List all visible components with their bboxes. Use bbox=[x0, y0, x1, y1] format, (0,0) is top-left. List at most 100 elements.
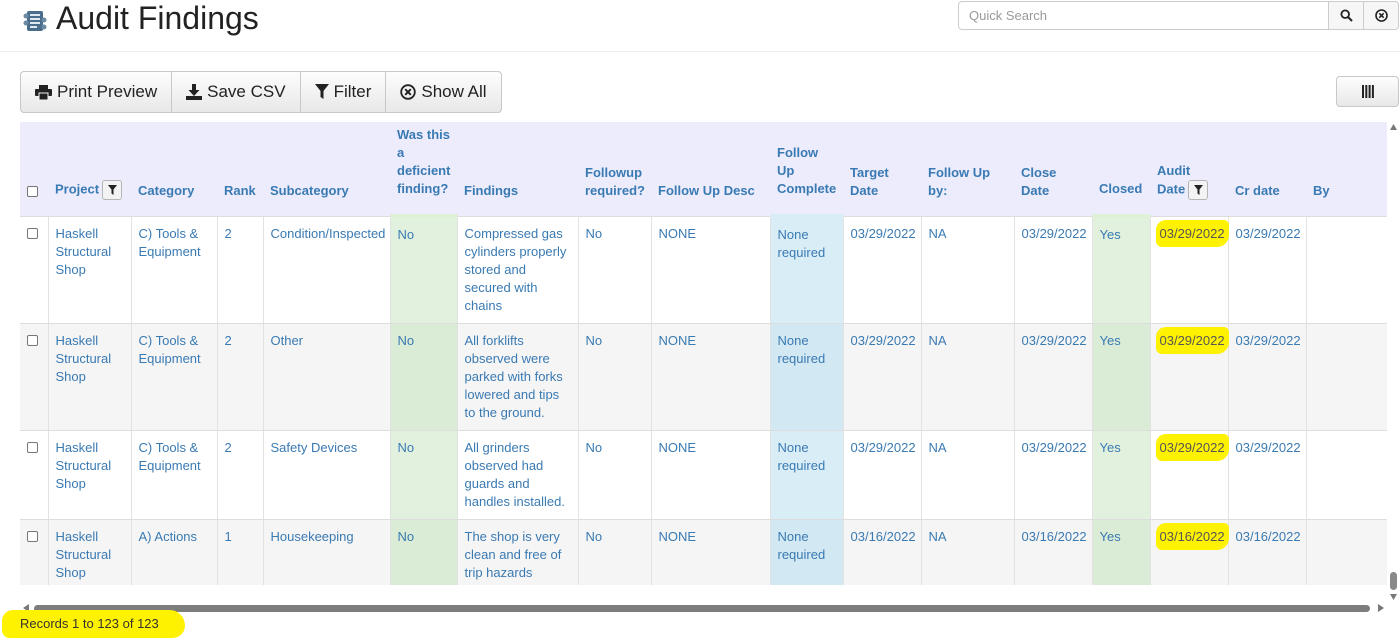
row-checkbox[interactable] bbox=[27, 334, 38, 346]
project-cell[interactable]: Haskell Structural Shop bbox=[48, 430, 132, 520]
close-date-cell[interactable]: 03/29/2022 bbox=[1014, 323, 1093, 431]
cr-date-cell[interactable]: 03/29/2022 bbox=[1228, 323, 1307, 431]
deficient-cell[interactable]: No bbox=[390, 519, 458, 585]
column-header-followup-desc[interactable]: Follow Up Desc bbox=[651, 122, 770, 217]
cr-date-cell[interactable]: 03/29/2022 bbox=[1228, 430, 1307, 520]
cr-date-cell[interactable]: 03/29/2022 bbox=[1228, 216, 1307, 324]
column-header-deficient[interactable]: Was this a deficient finding? bbox=[390, 122, 457, 218]
closed-cell[interactable]: Yes bbox=[1092, 430, 1151, 520]
scroll-down-arrow-icon[interactable] bbox=[1390, 594, 1397, 600]
findings-cell[interactable]: The shop is very clean and free of trip … bbox=[457, 519, 579, 585]
deficient-cell[interactable]: No bbox=[390, 216, 458, 324]
close-date-cell[interactable]: 03/16/2022 bbox=[1014, 519, 1093, 585]
rank-cell[interactable]: 2 bbox=[217, 430, 264, 520]
followup-desc-cell[interactable]: NONE bbox=[651, 323, 771, 431]
print-preview-button[interactable]: Print Preview bbox=[20, 71, 173, 113]
column-header-close-date[interactable]: Close Date bbox=[1014, 122, 1092, 217]
followup-required-cell[interactable]: No bbox=[578, 430, 652, 520]
audit-date-cell[interactable]: 03/29/2022 bbox=[1150, 323, 1229, 431]
column-header-audit-date[interactable]: Audit Date bbox=[1150, 122, 1228, 217]
audit-date-cell[interactable]: 03/16/2022 bbox=[1150, 519, 1229, 585]
column-header-closed[interactable]: Closed bbox=[1092, 122, 1150, 218]
followup-complete-cell[interactable]: None required bbox=[770, 519, 844, 585]
table-row[interactable]: Haskell Structural Shop C) Tools & Equip… bbox=[20, 216, 1387, 324]
target-date-cell[interactable]: 03/16/2022 bbox=[843, 519, 922, 585]
row-checkbox[interactable] bbox=[27, 441, 38, 453]
subcategory-cell[interactable]: Housekeeping bbox=[263, 519, 391, 585]
subcategory-cell[interactable]: Safety Devices bbox=[263, 430, 391, 520]
project-filter-button[interactable] bbox=[102, 179, 123, 200]
quick-search-input[interactable] bbox=[958, 1, 1329, 30]
deficient-cell[interactable]: No bbox=[390, 323, 458, 431]
followup-complete-cell[interactable]: None required bbox=[770, 430, 844, 520]
column-header-followup-complete[interactable]: Follow Up Complete bbox=[770, 122, 843, 218]
followup-required-cell[interactable]: No bbox=[578, 323, 652, 431]
audit-date-filter-button[interactable] bbox=[1188, 179, 1209, 200]
audit-date-cell[interactable]: 03/29/2022 bbox=[1150, 216, 1229, 324]
by-cell[interactable] bbox=[1306, 430, 1387, 520]
cr-date-cell[interactable]: 03/16/2022 bbox=[1228, 519, 1307, 585]
followup-by-cell[interactable]: NA bbox=[921, 519, 1015, 585]
column-header-by[interactable]: By bbox=[1306, 122, 1387, 217]
followup-required-cell[interactable]: No bbox=[578, 519, 652, 585]
followup-complete-cell[interactable]: None required bbox=[770, 323, 844, 431]
by-cell[interactable] bbox=[1306, 519, 1387, 585]
row-checkbox[interactable] bbox=[27, 227, 38, 239]
column-header-findings[interactable]: Findings bbox=[457, 122, 578, 217]
subcategory-cell[interactable]: Condition/Inspected bbox=[263, 216, 391, 324]
column-header-cr-date[interactable]: Cr date bbox=[1228, 122, 1306, 217]
close-date-cell[interactable]: 03/29/2022 bbox=[1014, 430, 1093, 520]
findings-cell[interactable]: All forklifts observed were parked with … bbox=[457, 323, 579, 431]
followup-by-cell[interactable]: NA bbox=[921, 430, 1015, 520]
deficient-cell[interactable]: No bbox=[390, 430, 458, 520]
by-cell[interactable] bbox=[1306, 323, 1387, 431]
followup-by-cell[interactable]: NA bbox=[921, 323, 1015, 431]
project-cell[interactable]: Haskell Structural Shop bbox=[48, 216, 132, 324]
followup-desc-cell[interactable]: NONE bbox=[651, 430, 771, 520]
column-header-followup-required[interactable]: Followup required? bbox=[578, 122, 651, 217]
findings-cell[interactable]: Compressed gas cylinders properly stored… bbox=[457, 216, 579, 324]
save-csv-button[interactable]: Save CSV bbox=[171, 71, 301, 113]
target-date-cell[interactable]: 03/29/2022 bbox=[843, 430, 922, 520]
column-header-subcategory[interactable]: Subcategory bbox=[263, 122, 390, 217]
column-header-followup-by[interactable]: Follow Up by: bbox=[921, 122, 1014, 217]
closed-cell[interactable]: Yes bbox=[1092, 323, 1151, 431]
row-checkbox[interactable] bbox=[27, 530, 38, 542]
column-header-target-date[interactable]: Target Date bbox=[843, 122, 921, 217]
followup-desc-cell[interactable]: NONE bbox=[651, 216, 771, 324]
audit-date-cell[interactable]: 03/29/2022 bbox=[1150, 430, 1229, 520]
filter-button[interactable]: Filter bbox=[299, 71, 387, 113]
scroll-right-arrow-icon[interactable] bbox=[1378, 604, 1384, 612]
horizontal-scrollbar[interactable] bbox=[20, 600, 1387, 616]
column-chooser-button[interactable] bbox=[1336, 76, 1399, 107]
by-cell[interactable] bbox=[1306, 216, 1387, 324]
rank-cell[interactable]: 2 bbox=[217, 216, 264, 324]
show-all-button[interactable]: Show All bbox=[385, 71, 502, 113]
followup-by-cell[interactable]: NA bbox=[921, 216, 1015, 324]
project-cell[interactable]: Haskell Structural Shop bbox=[48, 323, 132, 431]
findings-cell[interactable]: All grinders observed had guards and han… bbox=[457, 430, 579, 520]
target-date-cell[interactable]: 03/29/2022 bbox=[843, 216, 922, 324]
target-date-cell[interactable]: 03/29/2022 bbox=[843, 323, 922, 431]
close-date-cell[interactable]: 03/29/2022 bbox=[1014, 216, 1093, 324]
vertical-scroll-thumb[interactable] bbox=[1390, 572, 1397, 590]
project-cell[interactable]: Haskell Structural Shop bbox=[48, 519, 132, 585]
clear-search-button[interactable] bbox=[1363, 1, 1399, 30]
followup-complete-cell[interactable]: None required bbox=[770, 216, 844, 324]
followup-desc-cell[interactable]: NONE bbox=[651, 519, 771, 585]
rank-cell[interactable]: 1 bbox=[217, 519, 264, 585]
category-cell[interactable]: A) Actions bbox=[131, 519, 218, 585]
closed-cell[interactable]: Yes bbox=[1092, 216, 1151, 324]
column-header-category[interactable]: Category bbox=[131, 122, 217, 217]
followup-required-cell[interactable]: No bbox=[578, 216, 652, 324]
closed-cell[interactable]: Yes bbox=[1092, 519, 1151, 585]
category-cell[interactable]: C) Tools & Equipment bbox=[131, 216, 218, 324]
select-all-checkbox[interactable] bbox=[27, 185, 38, 197]
table-row[interactable]: Haskell Structural Shop A) Actions 1 Hou… bbox=[20, 519, 1387, 585]
column-header-rank[interactable]: Rank bbox=[217, 122, 263, 217]
table-row[interactable]: Haskell Structural Shop C) Tools & Equip… bbox=[20, 430, 1387, 520]
vertical-scrollbar[interactable] bbox=[1387, 122, 1400, 603]
search-button[interactable] bbox=[1328, 1, 1364, 30]
category-cell[interactable]: C) Tools & Equipment bbox=[131, 430, 218, 520]
scroll-up-arrow-icon[interactable] bbox=[1390, 124, 1397, 130]
